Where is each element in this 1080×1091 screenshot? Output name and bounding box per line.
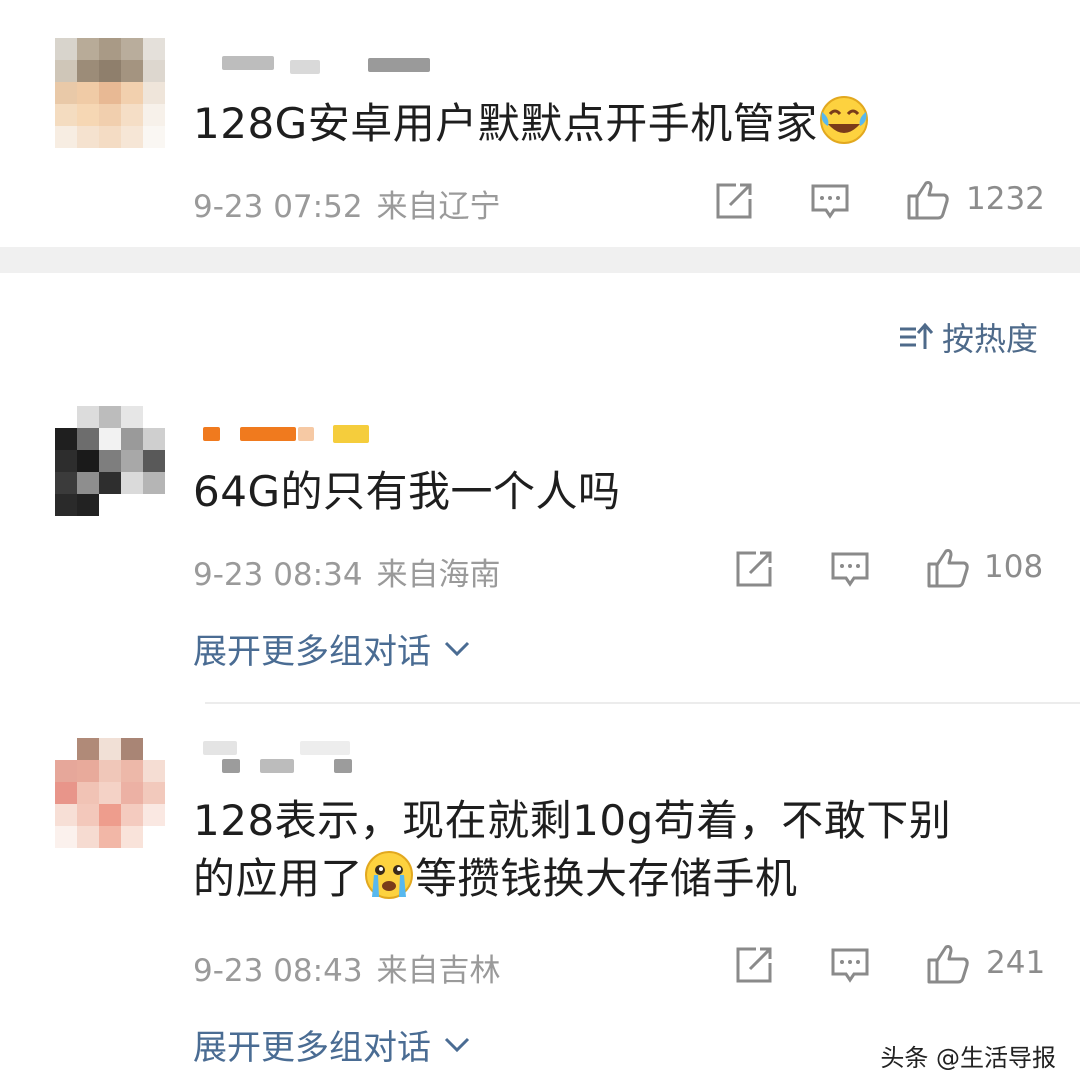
avatar[interactable] (55, 38, 165, 148)
like-count: 1232 (966, 181, 1045, 217)
like-icon[interactable] (906, 178, 950, 222)
comment-icon[interactable] (810, 181, 850, 221)
avatar[interactable] (55, 406, 165, 516)
username-blurred (222, 759, 240, 773)
username-blurred[interactable] (203, 427, 220, 441)
laughing-crying-emoji-icon (819, 96, 868, 144)
like-count: 241 (986, 945, 1046, 981)
location: 来自海南 (376, 557, 501, 593)
username-blurred (298, 427, 314, 441)
sort-icon (899, 322, 934, 349)
comment-text: 128表示，现在就剩10g苟着，不敢下别 的应用了 等攒钱换大存储手机 (193, 794, 951, 906)
watermark-text: 头条 @生活导报 (880, 1044, 1056, 1072)
timestamp: 9-23 08:43 (193, 953, 363, 989)
expand-more-replies-link[interactable]: 展开更多组对话 (193, 1020, 471, 1069)
sort-by-heat-button[interactable]: 按热度 (898, 314, 1038, 360)
sort-label: 按热度 (941, 320, 1038, 358)
username-blurred[interactable] (222, 56, 274, 70)
expand-label: 展开更多组对话 (193, 632, 431, 672)
username-blurred (240, 427, 296, 441)
expand-more-replies-link[interactable]: 展开更多组对话 (193, 624, 471, 673)
chevron-down-icon (444, 641, 470, 656)
location: 来自吉林 (376, 953, 501, 989)
comment-text: 128G安卓用户默默点开手机管家 (193, 94, 870, 152)
username-blurred[interactable] (203, 741, 237, 755)
expand-label: 展开更多组对话 (193, 1028, 431, 1068)
comment-meta: 9-23 07:52 来自辽宁 (193, 181, 501, 226)
crying-emoji-icon (365, 850, 414, 899)
like-icon[interactable] (926, 942, 970, 986)
username-blurred (368, 58, 430, 72)
comment-text-line-1: 128表示，现在就剩10g苟着，不敢下别 (193, 796, 952, 845)
comment-icon[interactable] (830, 945, 870, 985)
section-divider (0, 247, 1080, 273)
comment-text: 64G的只有我一个人吗 (193, 467, 621, 516)
repost-icon[interactable] (734, 945, 774, 985)
comment-separator (205, 702, 1080, 704)
comment-icon[interactable] (830, 549, 870, 589)
like-count: 108 (984, 549, 1044, 585)
username-blurred (260, 759, 294, 773)
vip-badge (333, 425, 369, 443)
watermark: 头条 @生活导报 (880, 1038, 1056, 1073)
comment-text-line-2: 的应用了 等攒钱换大存储手机 (193, 849, 951, 907)
location: 来自辽宁 (376, 189, 501, 225)
like-icon[interactable] (926, 546, 970, 590)
username-blurred (290, 60, 320, 74)
timestamp: 9-23 07:52 (193, 189, 363, 225)
comment-meta: 9-23 08:43 来自吉林 (193, 945, 501, 990)
username-blurred (334, 759, 352, 773)
repost-icon[interactable] (714, 181, 754, 221)
repost-icon[interactable] (734, 549, 774, 589)
comment-meta: 9-23 08:34 来自海南 (193, 549, 501, 594)
chevron-down-icon (444, 1037, 470, 1052)
timestamp: 9-23 08:34 (193, 557, 363, 593)
avatar[interactable] (55, 738, 165, 848)
username-blurred (300, 741, 350, 755)
